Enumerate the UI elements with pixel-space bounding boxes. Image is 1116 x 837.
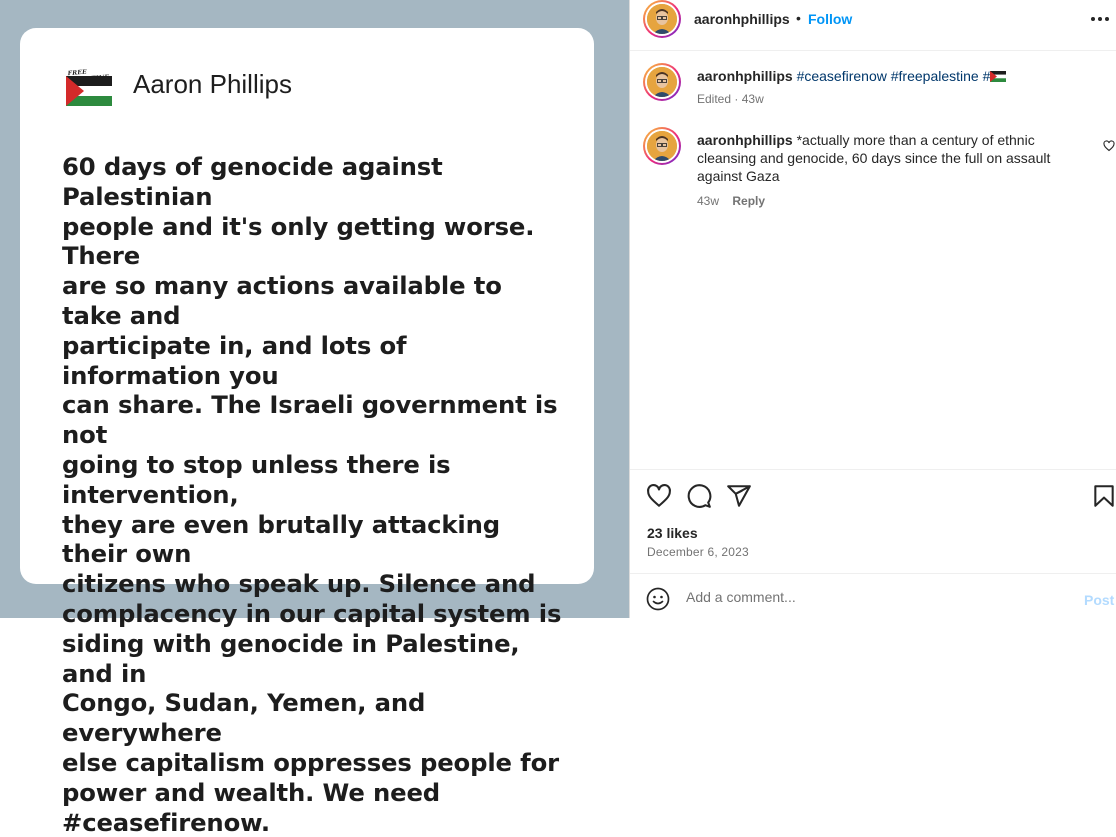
actions-divider	[630, 469, 1116, 470]
post-side-panel: aaronhphillips • Follow aaronhphillips #…	[629, 0, 1116, 618]
hashtag-ceasefirenow[interactable]: #ceasefirenow	[797, 68, 887, 84]
profile-face-icon	[647, 131, 677, 161]
post-media[interactable]: FREE PALESTINE Aaron Phillips 60 days of…	[0, 0, 629, 837]
caption-avatar[interactable]	[643, 63, 681, 101]
post-image-card: FREE PALESTINE Aaron Phillips 60 days of…	[20, 28, 594, 837]
comment-timestamp[interactable]: 43w	[697, 194, 719, 208]
hashtag-flag[interactable]: #	[983, 68, 1007, 84]
avatar[interactable]	[643, 0, 681, 38]
reply-button[interactable]: Reply	[732, 194, 765, 208]
bookmark-icon[interactable]	[1091, 483, 1116, 509]
header-separator: •	[796, 10, 801, 26]
more-options-icon[interactable]	[1091, 17, 1111, 23]
post-date[interactable]: December 6, 2023	[647, 545, 749, 559]
card-author-name: Aaron Phillips	[133, 69, 292, 99]
heart-icon[interactable]	[646, 483, 672, 509]
profile-face-icon	[647, 67, 677, 97]
palestine-flag-emoji-icon	[990, 71, 1007, 82]
palestine-flag-icon	[66, 76, 112, 106]
hashtag-freepalestine[interactable]: #freepalestine	[891, 68, 979, 84]
caption-meta: Edited · 43w	[697, 92, 764, 106]
comment-meta: 43w Reply	[697, 194, 765, 208]
comment-input[interactable]	[686, 586, 1066, 608]
share-icon[interactable]	[726, 483, 752, 509]
caption-timestamp[interactable]: 43w	[742, 92, 764, 106]
comment-like-heart-icon[interactable]	[1103, 140, 1115, 152]
follow-button[interactable]: Follow	[808, 11, 852, 27]
post-header: aaronhphillips • Follow	[630, 0, 1116, 51]
comment-icon[interactable]	[686, 483, 712, 509]
comment-avatar[interactable]	[643, 127, 681, 165]
edited-label: Edited	[697, 92, 732, 106]
header-username[interactable]: aaronhphillips	[694, 11, 790, 27]
likes-count[interactable]: 23 likes	[647, 525, 698, 541]
post-caption: aaronhphillips #ceasefirenow #freepalest…	[697, 67, 1077, 85]
comment-username[interactable]: aaronhphillips	[697, 132, 793, 148]
card-statement-text: 60 days of genocide against Palestinian …	[62, 152, 562, 837]
caption-username[interactable]: aaronhphillips	[697, 68, 793, 84]
emoji-icon[interactable]	[646, 587, 670, 611]
comment-bar: Post	[630, 573, 1116, 619]
profile-face-icon	[647, 4, 677, 34]
palestine-flag-logo: FREE PALESTINE	[66, 68, 118, 106]
comment-body: aaronhphillips *actually more than a cen…	[697, 131, 1072, 185]
post-button[interactable]: Post	[1084, 592, 1114, 608]
meta-dot: ·	[734, 92, 739, 106]
